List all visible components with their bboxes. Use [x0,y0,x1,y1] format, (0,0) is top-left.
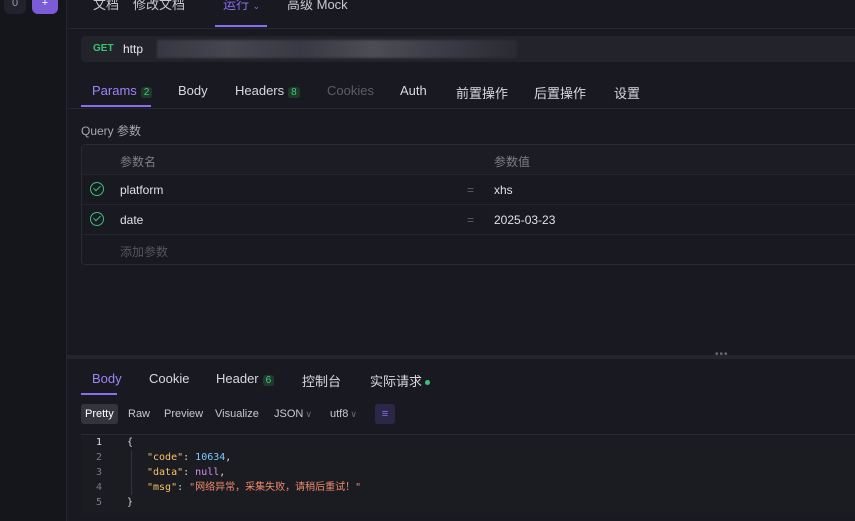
tab-headers-label: Headers [235,83,285,98]
response-tab-underline [81,393,117,395]
request-tabs: Params 2 Body Headers 8 Cookies Auth 前置操作 … [67,72,855,109]
param-name[interactable]: date [120,213,143,227]
json-entry: "code": 10634, [147,452,232,463]
table-row: date = 2025-03-23 [82,205,855,235]
param-value[interactable]: 2025-03-23 [494,213,555,227]
line-number: 5 [95,497,103,508]
json-key: "data" [147,467,184,478]
tab-pre-operations[interactable]: 前置操作 [456,83,508,102]
brace-close: } [127,497,134,508]
tab-headers[interactable]: Headers 8 [235,83,300,98]
json-entry: "data": null, [147,467,226,478]
json-value: 10634 [195,452,226,463]
line-number: 2 [95,452,103,463]
add-param-placeholder[interactable]: 添加参数 [120,243,168,260]
tab-run-label: 运行 [223,0,250,12]
param-value[interactable]: xhs [494,183,513,197]
format-preview[interactable]: Preview [160,404,207,424]
line-number: 4 [95,482,103,493]
header-param-value: 参数值 [494,155,531,169]
equals-sign: = [467,213,475,227]
tab-post-operations[interactable]: 后置操作 [534,83,586,102]
tab-params-label: Params [92,83,137,98]
add-icon[interactable]: + [32,0,58,14]
params-table-header: 参数名 参数值 [82,145,855,175]
url-bar[interactable]: GET http [81,36,855,62]
response-tabs: Body Cookie Header 6 控制台 实际请求 [67,365,855,395]
code-line: 2 "code": 10634, [81,450,855,465]
line-number: 3 [95,467,103,478]
check-circle-icon[interactable] [90,182,104,196]
tab-body[interactable]: Body [178,83,208,98]
tab-actual-request-label: 实际请求 [370,374,423,389]
params-count-badge: 2 [140,87,153,98]
response-code-view[interactable]: 1 { 2 "code": 10634, 3 "data": null, 4 "… [81,434,855,515]
tab-response-cookie[interactable]: Cookie [149,371,189,386]
format-visualize[interactable]: Visualize [211,404,263,424]
code-line: 3 "data": null, [81,465,855,480]
code-line: 1 { [81,435,855,450]
table-row: platform = xhs [82,175,855,205]
request-tab-underline [81,105,151,107]
json-value: "网络异常，采集失败，请稍后重试！" [189,482,362,493]
tab-auth[interactable]: Auth [400,83,427,98]
chevron-down-icon: ∨ [350,409,357,419]
brace-open: { [127,437,134,448]
redacted-url [157,40,517,58]
params-table: 参数名 参数值 platform = xhs date = 2025-03-23… [81,144,855,265]
format-raw[interactable]: Raw [124,404,154,424]
code-line: 4 "msg": "网络异常，采集失败，请稍后重试！" [81,480,855,495]
json-value: null [195,467,220,478]
encoding-select[interactable]: utf8 ∨ [326,404,361,424]
query-params-label: Query 参数 [81,124,142,138]
check-circle-icon[interactable] [90,212,104,226]
json-entry: "msg": "网络异常，采集失败，请稍后重试！" [147,482,362,493]
tab-response-header-label: Header [216,371,259,386]
method-label[interactable]: GET [93,43,114,54]
wrap-lines-icon[interactable]: ≡ [375,404,395,424]
language-select[interactable]: JSON ∨ [270,404,316,424]
param-name[interactable]: platform [120,183,163,197]
code-line: 5 } [81,495,855,510]
format-toolbar: Pretty Raw Preview Visualize JSON ∨ utf8 ∨… [81,404,855,426]
left-rail: 0 + [0,0,67,521]
main-panel: 文档 修改文档 运行 ⌄ 高级 Mock GET http Params 2 Bo… [67,0,855,521]
tab-underline [215,25,267,27]
tab-edit-docs[interactable]: 修改文档 [133,0,185,13]
tab-advanced-mock[interactable]: 高级 Mock [287,0,348,13]
rail-button[interactable]: 0 [4,0,26,14]
chevron-down-icon: ⌄ [252,1,261,11]
encoding-label: utf8 [330,408,349,420]
equals-sign: = [467,183,475,197]
top-tabs: 文档 修改文档 运行 ⌄ 高级 Mock [67,0,855,29]
headers-count-badge: 8 [288,87,300,98]
language-label: JSON [274,408,304,420]
tab-params[interactable]: Params 2 [92,83,153,98]
tab-docs[interactable]: 文档 [93,0,119,13]
status-dot-icon [425,380,431,386]
tab-response-body[interactable]: Body [92,371,122,386]
tab-response-header[interactable]: Header 6 [216,371,275,386]
header-count-badge: 6 [262,375,275,386]
line-number: 1 [95,437,103,448]
tab-settings[interactable]: 设置 [614,83,640,102]
add-param-row[interactable]: 添加参数 [82,235,855,264]
tab-actual-request[interactable]: 实际请求 [370,371,431,390]
tab-cookies[interactable]: Cookies [327,83,374,98]
tab-console[interactable]: 控制台 [302,371,341,390]
url-input[interactable]: http [123,42,143,56]
chevron-down-icon: ∨ [305,409,312,419]
json-key: "code" [147,452,184,463]
json-key: "msg" [147,482,178,493]
header-param-name: 参数名 [120,155,157,169]
tab-run[interactable]: 运行 ⌄ [223,0,260,13]
drag-handle-icon[interactable]: ••• [715,349,729,360]
format-pretty[interactable]: Pretty [81,404,118,424]
panel-splitter[interactable] [67,355,855,359]
